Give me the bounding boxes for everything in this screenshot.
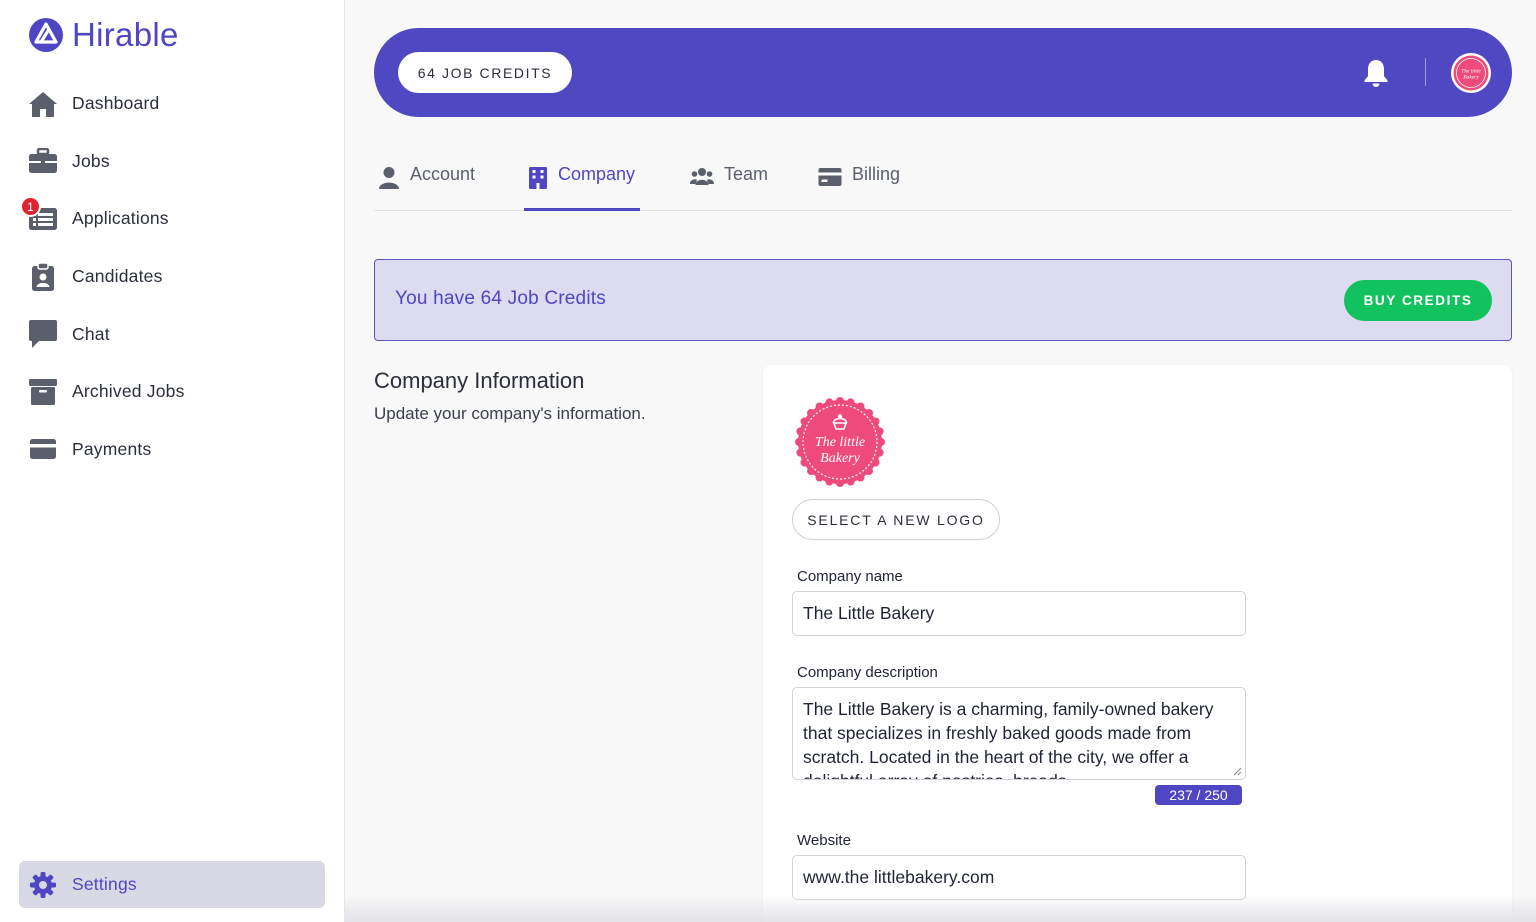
briefcase-icon [28,146,58,176]
sidebar-item-candidates[interactable]: Candidates [0,248,345,306]
logo-scallop [796,427,805,436]
user-icon [379,167,399,189]
logo-scallop [875,448,884,457]
bakery-logo-icon: The little Bakery [1453,55,1489,91]
sidebar-item-label: Chat [72,323,110,344]
logo-scallop [871,458,880,467]
sidebar-item-label: Settings [72,874,137,894]
logo-scallop [846,398,855,407]
brand-logo[interactable]: Hirable [28,16,179,54]
sidebar-item-payments[interactable]: Payments [0,421,345,479]
sidebar-item-label: Payments [72,438,152,459]
sidebar-item-label: Dashboard [72,93,160,114]
tab-label: Billing [852,164,901,184]
tab-label: Account [410,164,476,184]
logo-text-line1: The little [815,435,865,450]
home-icon [28,89,58,119]
users-icon [690,168,714,185]
job-credits-banner: You have 64 Job Credits BUY CREDITS [374,259,1512,341]
logo-scallop [815,402,824,411]
company-description-text: The Little Bakery is a charming, family-… [803,699,1214,779]
company-avatar[interactable]: The little Bakery [1451,53,1491,93]
character-counter: 237 / 250 [1155,785,1242,805]
website-label: Website [797,832,851,849]
logo-scallop [875,427,884,436]
settings-tabs: Account Company Team Billing [374,150,1512,211]
logo-scallop [846,477,855,486]
logo-scallop [795,438,803,446]
company-name-input[interactable] [792,591,1246,636]
credit-card-icon [818,168,842,186]
logo-scallop [864,409,873,418]
svg-text:Bakery: Bakery [1463,75,1479,81]
buy-credits-button[interactable]: BUY CREDITS [1344,280,1492,321]
section-subtitle: Update your company's information. [374,404,646,423]
logo-scallop [877,438,885,446]
bell-icon[interactable] [1362,58,1390,88]
sidebar-item-jobs[interactable]: Jobs [0,133,345,191]
logo-scallop [807,466,816,475]
sidebar-item-applications[interactable]: 1 Applications [0,190,345,248]
credit-card-icon [28,434,58,464]
logo-scallop [825,477,834,486]
gear-icon [28,870,58,900]
sidebar-item-label: Candidates [72,266,163,287]
bakery-logo-icon: The little Bakery [795,397,885,487]
tab-team[interactable]: Team [690,162,768,211]
sidebar-item-label: Archived Jobs [72,381,185,402]
website-input[interactable] [792,855,1246,900]
header-divider [1425,58,1426,86]
logo-scallop [836,479,844,487]
job-credits-pill[interactable]: 64 JOB CREDITS [398,52,572,93]
company-logo: The little Bakery [795,397,885,487]
hirable-logo-icon [29,18,63,52]
sidebar-item-archived-jobs[interactable]: Archived Jobs [0,363,345,421]
resize-handle-icon[interactable] [1232,766,1242,776]
clipboard-user-icon [28,261,58,292]
company-description-label: Company description [797,664,938,681]
sidebar-item-chat[interactable]: Chat [0,305,345,363]
sidebar-item-label: Applications [72,208,169,229]
tab-label: Team [724,164,769,184]
select-new-logo-button[interactable]: SELECT A NEW LOGO [792,499,1000,540]
sidebar-item-dashboard[interactable]: Dashboard [0,75,345,133]
sidebar-item-label: Jobs [72,150,110,171]
tab-account[interactable]: Account [378,162,475,211]
sidebar: Hirable Dashboard Jobs 1 Applications Ca… [0,0,345,922]
brand-name: Hirable [72,16,179,53]
logo-scallop [800,417,809,426]
chat-icon [28,319,58,349]
company-description-textarea[interactable]: The Little Bakery is a charming, family-… [792,687,1246,780]
section-title: Company Information [374,368,585,393]
tab-billing[interactable]: Billing [818,162,900,211]
company-info-card: The little Bakery SELECT A NEW LOGO Comp… [763,365,1512,922]
sidebar-nav: Dashboard Jobs 1 Applications Candidates [0,75,345,478]
archive-icon [28,377,58,407]
company-name-label: Company name [797,568,903,585]
tab-label: Company [558,164,636,184]
top-header: 64 JOB CREDITS The little Bakery [374,28,1512,117]
sidebar-item-settings[interactable]: Settings [19,861,325,908]
logo-scallop [825,398,834,407]
banner-text: You have 64 Job Credits [395,288,606,309]
logo-scallop [856,473,865,482]
building-icon [529,167,547,189]
logo-scallop [796,448,805,457]
tab-company[interactable]: Company [524,162,641,211]
logo-text-line2: Bakery [820,451,860,466]
logo-scallop [836,397,844,405]
